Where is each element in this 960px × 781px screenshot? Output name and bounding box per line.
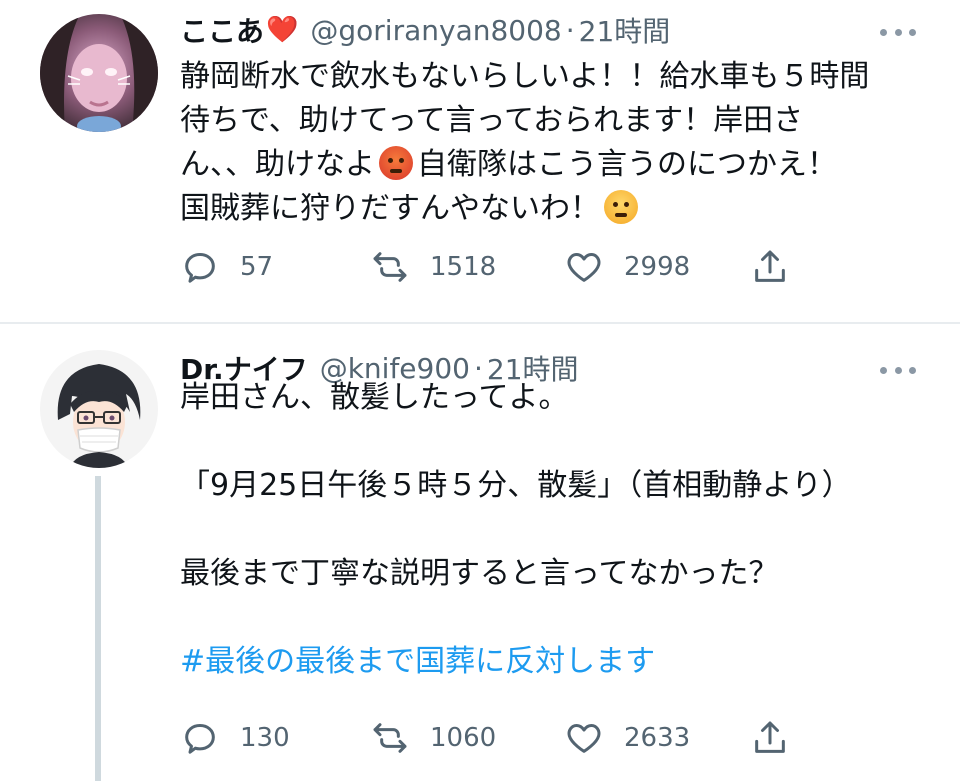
- tweet-text: 静岡断水で飲水もないらしいよ！！給水車も５時間 待ちで、助けてって言っておられま…: [180, 55, 930, 231]
- share-button[interactable]: [750, 245, 790, 289]
- user-handle[interactable]: @goriranyan8008: [310, 14, 561, 47]
- display-name[interactable]: ここあ: [180, 10, 264, 50]
- tweet-text-line: 静岡断水で飲水もないらしいよ！！給水車も５時間: [180, 59, 870, 94]
- timestamp[interactable]: 21時間: [579, 10, 671, 50]
- reply-count: 57: [240, 252, 274, 282]
- reply-count: 130: [240, 723, 290, 753]
- reply-icon: [185, 724, 215, 754]
- like-count: 2998: [624, 252, 691, 282]
- tweet-text-line: 「9月25日午後５時５分、散髪」（首相動静より）: [180, 468, 852, 503]
- tweet-text-line: 待ちで、助けてって言っておられます！岸田さ: [180, 103, 804, 138]
- retweet-icon: [373, 723, 407, 753]
- separator-dot: ·: [565, 13, 575, 47]
- tweet-header: ここあ ❤️ @goriranyan8008 · 21時間: [180, 10, 670, 50]
- tweet-text-line: 岸田さん、散髪したってよ。: [180, 380, 569, 415]
- avatar[interactable]: [40, 350, 158, 468]
- tweet[interactable]: Dr.ナイフ @knife900 · 21時間 岸田さん、散髪したってよ。 「9…: [0, 324, 960, 781]
- tweet-text-line: ん、、助けなよ 自衛隊はこう言うのにつかえ！: [180, 143, 930, 187]
- share-icon: [755, 721, 785, 753]
- like-button[interactable]: 2998: [564, 245, 690, 289]
- tweet-text-line: 国賊葬に狩りだすんやないわ！: [180, 187, 930, 231]
- thread-line: [95, 476, 101, 781]
- tweet[interactable]: ここあ ❤️ @goriranyan8008 · 21時間 静岡断水で飲水もない…: [0, 0, 960, 322]
- retweet-count: 1060: [430, 723, 497, 753]
- like-count: 2633: [624, 723, 691, 753]
- heart-icon: [567, 724, 601, 753]
- red-heart-emoji: ❤️: [266, 15, 299, 45]
- face-with-steam-emoji: [604, 190, 638, 224]
- share-icon: [755, 250, 785, 282]
- retweet-button[interactable]: 1518: [370, 245, 496, 289]
- reply-button[interactable]: 130: [180, 716, 290, 760]
- heart-icon: [567, 253, 601, 282]
- tweet-text-segment: ん、、助けなよ: [180, 147, 375, 182]
- retweet-button[interactable]: 1060: [370, 716, 496, 760]
- hashtag-link[interactable]: #最後の最後まで国葬に反対します: [180, 640, 930, 684]
- share-button[interactable]: [750, 716, 790, 760]
- tweet-text-segment: 自衛隊はこう言うのにつかえ！: [417, 147, 837, 182]
- retweet-count: 1518: [430, 252, 497, 282]
- tweet-actions: 57 1518 2998: [180, 245, 800, 289]
- retweet-icon: [373, 252, 407, 282]
- angry-face-emoji: [379, 146, 413, 180]
- tweet-actions: 130 1060 2633: [180, 716, 800, 760]
- tweet-text-line: 最後まで丁寧な説明すると言ってなかった？: [180, 556, 779, 591]
- more-icon[interactable]: [880, 22, 916, 42]
- like-button[interactable]: 2633: [564, 716, 690, 760]
- tweet-text-segment: 国賊葬に狩りだすんやないわ！: [180, 191, 600, 226]
- avatar[interactable]: [40, 14, 158, 132]
- tweet-text: 岸田さん、散髪したってよ。 「9月25日午後５時５分、散髪」（首相動静より） 最…: [180, 376, 930, 684]
- reply-icon: [185, 253, 215, 283]
- reply-button[interactable]: 57: [180, 245, 273, 289]
